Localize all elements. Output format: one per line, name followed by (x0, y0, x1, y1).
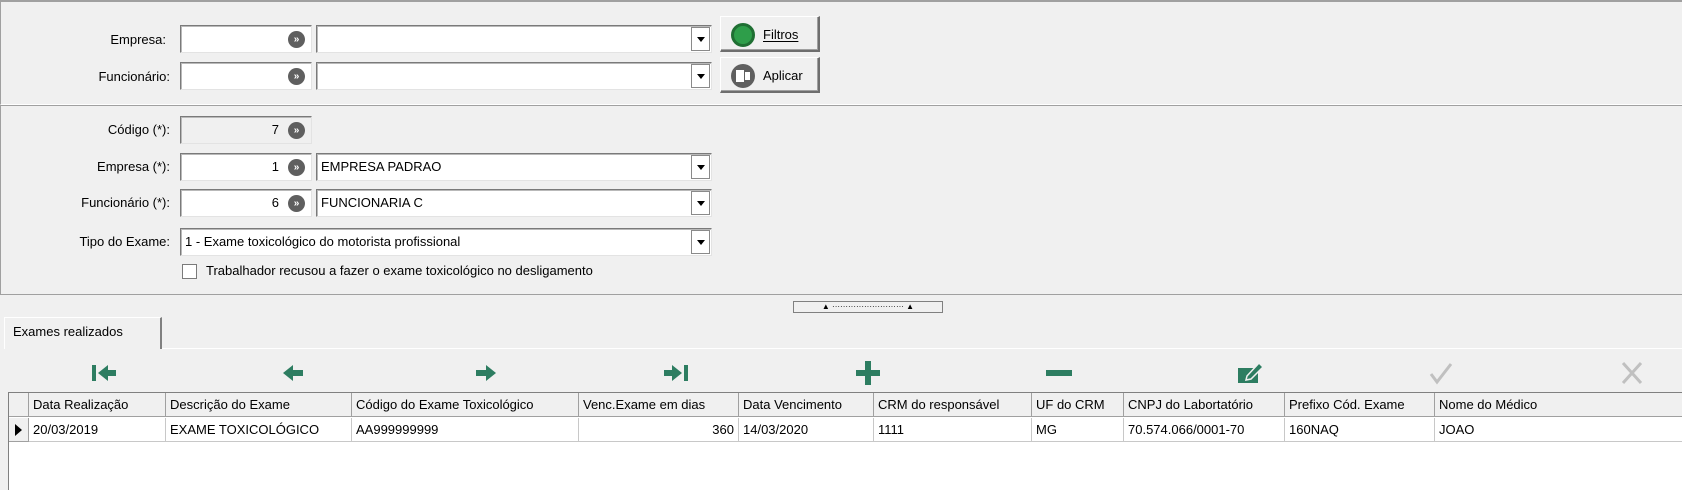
tipo-exame-label: Tipo do Exame: (79, 234, 170, 249)
table-cell[interactable]: 160NAQ (1285, 418, 1435, 442)
col-header[interactable]: Nome do Médico (1435, 393, 1682, 417)
aplicar-button[interactable]: Aplicar (720, 57, 820, 93)
row-indicator-icon (9, 418, 29, 442)
col-header[interactable]: Venc.Exame em dias (579, 393, 739, 417)
funcionario-combo[interactable]: FUNCIONARIA C (316, 189, 712, 217)
empresa-label: Empresa (*): (97, 159, 170, 174)
table-cell[interactable]: JOAO (1435, 418, 1682, 442)
table-cell[interactable]: 1111 (874, 418, 1032, 442)
codigo-label: Código (*): (107, 122, 170, 137)
lookup-icon[interactable]: » (288, 31, 305, 48)
chevron-down-icon[interactable] (691, 155, 710, 179)
filter-empresa-label: Empresa: (110, 32, 166, 47)
post-icon[interactable] (1421, 358, 1461, 388)
recusou-exame-checkbox[interactable] (182, 264, 197, 279)
filter-funcionario-label: Funcionário: (98, 69, 170, 84)
filter-funcionario-code-input[interactable]: » (180, 62, 312, 90)
table-cell[interactable]: 70.574.066/0001-70 (1124, 418, 1285, 442)
cancel-icon[interactable] (1612, 358, 1652, 388)
empresa-combo[interactable]: EMPRESA PADRAO (316, 153, 712, 181)
filter-empresa-code-input[interactable]: » (180, 25, 312, 53)
chevron-down-icon[interactable] (691, 27, 710, 51)
exames-grid[interactable]: Data Realização Descrição do Exame Códig… (8, 392, 1682, 490)
apply-icon (731, 64, 755, 88)
funcionario-code-input[interactable]: 6 » (180, 189, 312, 217)
insert-icon[interactable] (848, 358, 888, 388)
filter-funcionario-combo[interactable] (316, 62, 712, 90)
chevron-down-icon[interactable] (691, 230, 710, 254)
codigo-input[interactable]: 7 » (180, 116, 312, 144)
edit-icon[interactable] (1230, 358, 1270, 388)
delete-icon[interactable] (1039, 358, 1079, 388)
table-cell[interactable]: AA999999999 (352, 418, 579, 442)
recusou-exame-label: Trabalhador recusou a fazer o exame toxi… (206, 263, 593, 278)
col-header[interactable]: CRM do responsável (874, 393, 1032, 417)
lookup-icon[interactable]: » (288, 68, 305, 85)
col-header[interactable]: Data Realização (29, 393, 166, 417)
grid-header: Data Realização Descrição do Exame Códig… (9, 393, 1682, 417)
table-cell[interactable]: MG (1032, 418, 1124, 442)
col-header[interactable]: Data Vencimento (739, 393, 874, 417)
tipo-exame-combo[interactable]: 1 - Exame toxicológico do motorista prof… (180, 228, 712, 256)
table-cell[interactable]: 360 (579, 418, 739, 442)
prior-icon[interactable] (274, 358, 314, 388)
splitter-handle[interactable]: ▲ ··························· ▲ (793, 301, 943, 313)
lookup-icon[interactable]: » (288, 122, 305, 139)
tab-divider (162, 348, 1682, 349)
chevron-down-icon[interactable] (691, 191, 710, 215)
first-icon[interactable] (84, 358, 124, 388)
table-cell[interactable]: EXAME TOXICOLÓGICO (166, 418, 352, 442)
lookup-icon[interactable]: » (288, 159, 305, 176)
col-header[interactable]: CNPJ do Labortatório (1124, 393, 1285, 417)
empresa-code-input[interactable]: 1 » (180, 153, 312, 181)
filter-icon (731, 23, 755, 47)
funcionario-label: Funcionário (*): (81, 195, 170, 210)
next-icon[interactable] (465, 358, 505, 388)
filtros-button[interactable]: Filtros (720, 16, 820, 52)
last-icon[interactable] (656, 358, 696, 388)
col-header[interactable]: Prefixo Cód. Exame (1285, 393, 1435, 417)
filter-empresa-combo[interactable] (316, 25, 712, 53)
chevron-down-icon[interactable] (691, 64, 710, 88)
col-header[interactable]: UF do CRM (1032, 393, 1124, 417)
lookup-icon[interactable]: » (288, 195, 305, 212)
table-cell[interactable]: 14/03/2020 (739, 418, 874, 442)
grid-indicator-header (9, 393, 29, 417)
col-header[interactable]: Código do Exame Toxicológico (352, 393, 579, 417)
table-cell[interactable]: 20/03/2019 (29, 418, 166, 442)
tab-exames-realizados[interactable]: Exames realizados (4, 317, 162, 349)
col-header[interactable]: Descrição do Exame (166, 393, 352, 417)
